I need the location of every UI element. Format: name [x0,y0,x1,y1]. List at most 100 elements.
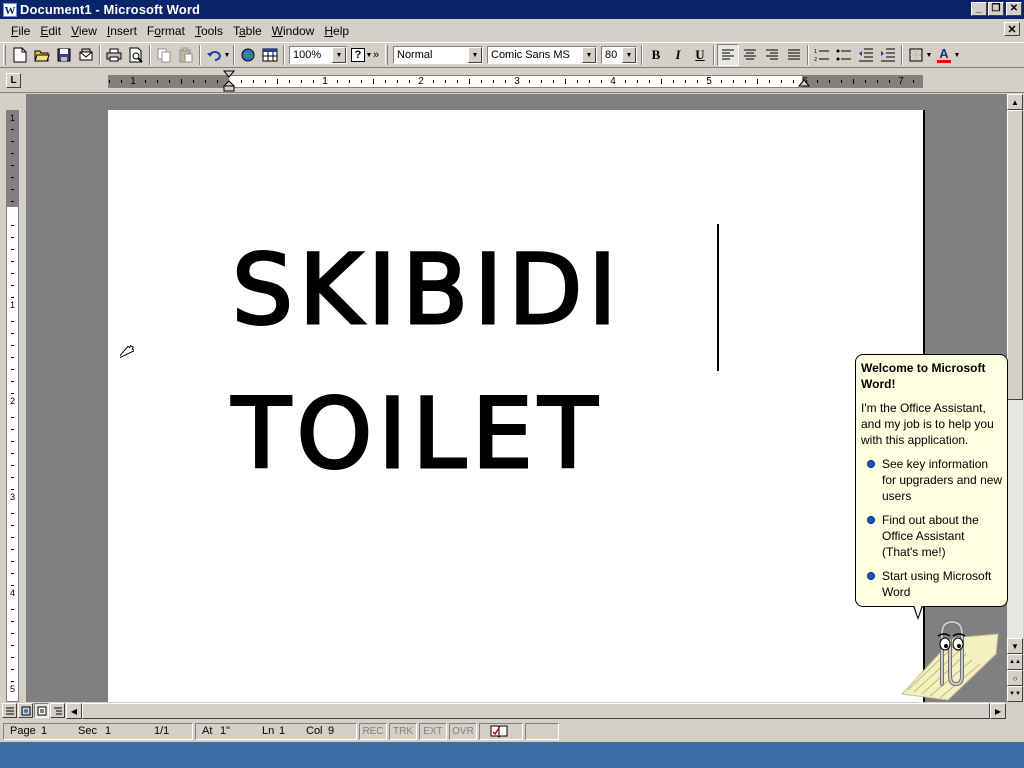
horizontal-scroll-thumb[interactable] [82,703,990,719]
web-layout-view-button[interactable] [18,703,33,718]
print-preview-button[interactable] [125,44,147,66]
left-indent-marker[interactable] [223,70,235,94]
clippy-assistant-icon[interactable] [898,614,1002,702]
increase-indent-button[interactable] [877,44,899,66]
underline-button[interactable]: U [689,44,711,66]
ruler-tick [11,369,14,370]
ruler-tick [625,80,626,83]
chevron-down-icon[interactable]: ▼ [332,47,346,63]
decrease-indent-button[interactable] [855,44,877,66]
previous-page-button[interactable]: ▲▲ [1007,654,1023,670]
copy-button[interactable] [153,44,175,66]
borders-button[interactable] [905,44,927,66]
font-color-dropdown-icon[interactable]: ▼ [953,52,961,59]
assistant-option[interactable]: Start using Microsoft Word [861,568,1003,600]
justify-button[interactable] [783,44,805,66]
menu-view[interactable]: View [66,24,102,38]
paste-button[interactable] [175,44,197,66]
status-ovr[interactable]: OVR [449,722,477,740]
status-page-section[interactable]: Page 1 Sec 1 1/1 [3,722,193,740]
menu-window[interactable]: Window [267,24,320,38]
font-combo[interactable]: Comic Sans MS ▼ [487,46,597,64]
title-bar[interactable]: W Document1 - Microsoft Word _ ❐ ✕ [0,0,1024,19]
chevron-down-icon[interactable]: ▼ [622,47,636,63]
menu-format[interactable]: Format [142,24,190,38]
horizontal-scrollbar[interactable]: ◀ ▶ [66,703,1006,719]
style-combo[interactable]: Normal ▼ [393,46,483,64]
document-close-button[interactable]: ✕ [1004,22,1020,36]
align-right-button[interactable] [761,44,783,66]
email-button[interactable] [75,44,97,66]
undo-button[interactable] [203,44,225,66]
align-left-button[interactable] [717,44,739,66]
menu-file[interactable]: File [6,24,35,38]
vertical-ruler[interactable]: 1 1 2 3 4 5 [6,110,19,702]
assistant-option[interactable]: Find out about the Office Assistant (Tha… [861,512,1003,560]
ruler-tick [793,80,794,83]
tab-selector-button[interactable]: L [6,73,21,88]
menu-tools[interactable]: Tools [190,24,228,38]
assistant-option[interactable]: See key information for upgraders and ne… [861,456,1003,504]
print-button[interactable] [103,44,125,66]
web-toolbar-button[interactable] [237,44,259,66]
menu-help[interactable]: Help [319,24,354,38]
next-page-button[interactable]: ▼▼ [1007,686,1023,702]
new-document-button[interactable] [9,44,31,66]
italic-button[interactable]: I [667,44,689,66]
scroll-left-button[interactable]: ◀ [66,703,82,719]
more-buttons-icon[interactable]: » [371,49,381,61]
scroll-right-button[interactable]: ▶ [990,703,1006,719]
ruler-tick [457,80,458,83]
menu-table[interactable]: Table [228,24,267,38]
close-button[interactable]: ✕ [1006,2,1022,16]
status-ext[interactable]: EXT [419,722,447,740]
status-trk[interactable]: TRK [389,722,417,740]
toolbar-grip[interactable] [3,45,6,65]
menu-insert[interactable]: Insert [102,24,142,38]
vertical-scrollbar[interactable]: ▲ ▼ ▲▲ ○ ▼▼ [1007,94,1023,702]
ruler-tick [673,80,674,83]
scroll-down-button[interactable]: ▼ [1007,638,1023,654]
right-indent-marker[interactable] [798,79,810,90]
bullets-button[interactable] [833,44,855,66]
open-button[interactable] [31,44,53,66]
tables-borders-button[interactable] [259,44,281,66]
maximize-button[interactable]: ❐ [988,2,1004,16]
status-rec[interactable]: REC [359,722,387,740]
font-value: Comic Sans MS [491,49,570,61]
undo-dropdown-icon[interactable]: ▼ [223,52,231,59]
status-position[interactable]: At 1" Ln 1 Col 9 [195,722,357,740]
help-question-icon: ? [351,48,365,62]
minimize-button[interactable]: _ [971,2,987,16]
bold-button[interactable]: B [645,44,667,66]
normal-view-button[interactable] [2,703,17,718]
new-document-icon [13,47,27,63]
document-text-line[interactable]: TOILET [230,385,603,484]
document-page[interactable]: SKIBIDI TOILET [108,110,925,702]
chevron-down-icon[interactable]: ▼ [468,47,482,63]
chevron-down-icon[interactable]: ▼ [582,47,596,63]
print-layout-view-button[interactable] [34,703,49,718]
vertical-scroll-thumb[interactable] [1007,110,1023,400]
horizontal-ruler[interactable]: 1 1 2 3 4 5 6 7 [108,70,923,92]
scroll-up-button[interactable]: ▲ [1007,94,1023,110]
outline-view-button[interactable] [50,703,65,718]
menu-edit[interactable]: Edit [35,24,66,38]
center-button[interactable] [739,44,761,66]
select-browse-object-button[interactable]: ○ [1007,670,1023,686]
ruler-tick [11,621,14,622]
spelling-status[interactable] [479,722,523,740]
save-button[interactable] [53,44,75,66]
vertical-ruler-column: 1 1 2 3 4 5 [0,94,26,702]
word-app-icon[interactable]: W [3,2,17,17]
zoom-combo[interactable]: 100% ▼ [289,46,347,64]
toolbar-grip[interactable] [385,45,388,65]
font-size-combo[interactable]: 80 ▼ [601,46,637,64]
zoom-value: 100% [293,49,322,61]
borders-dropdown-icon[interactable]: ▼ [925,52,933,59]
font-color-button[interactable]: A [933,44,955,66]
ruler-tick [733,80,734,83]
numbering-button[interactable]: 12 [811,44,833,66]
document-text-line[interactable]: SKIBIDI [231,241,623,340]
email-icon [79,48,93,61]
